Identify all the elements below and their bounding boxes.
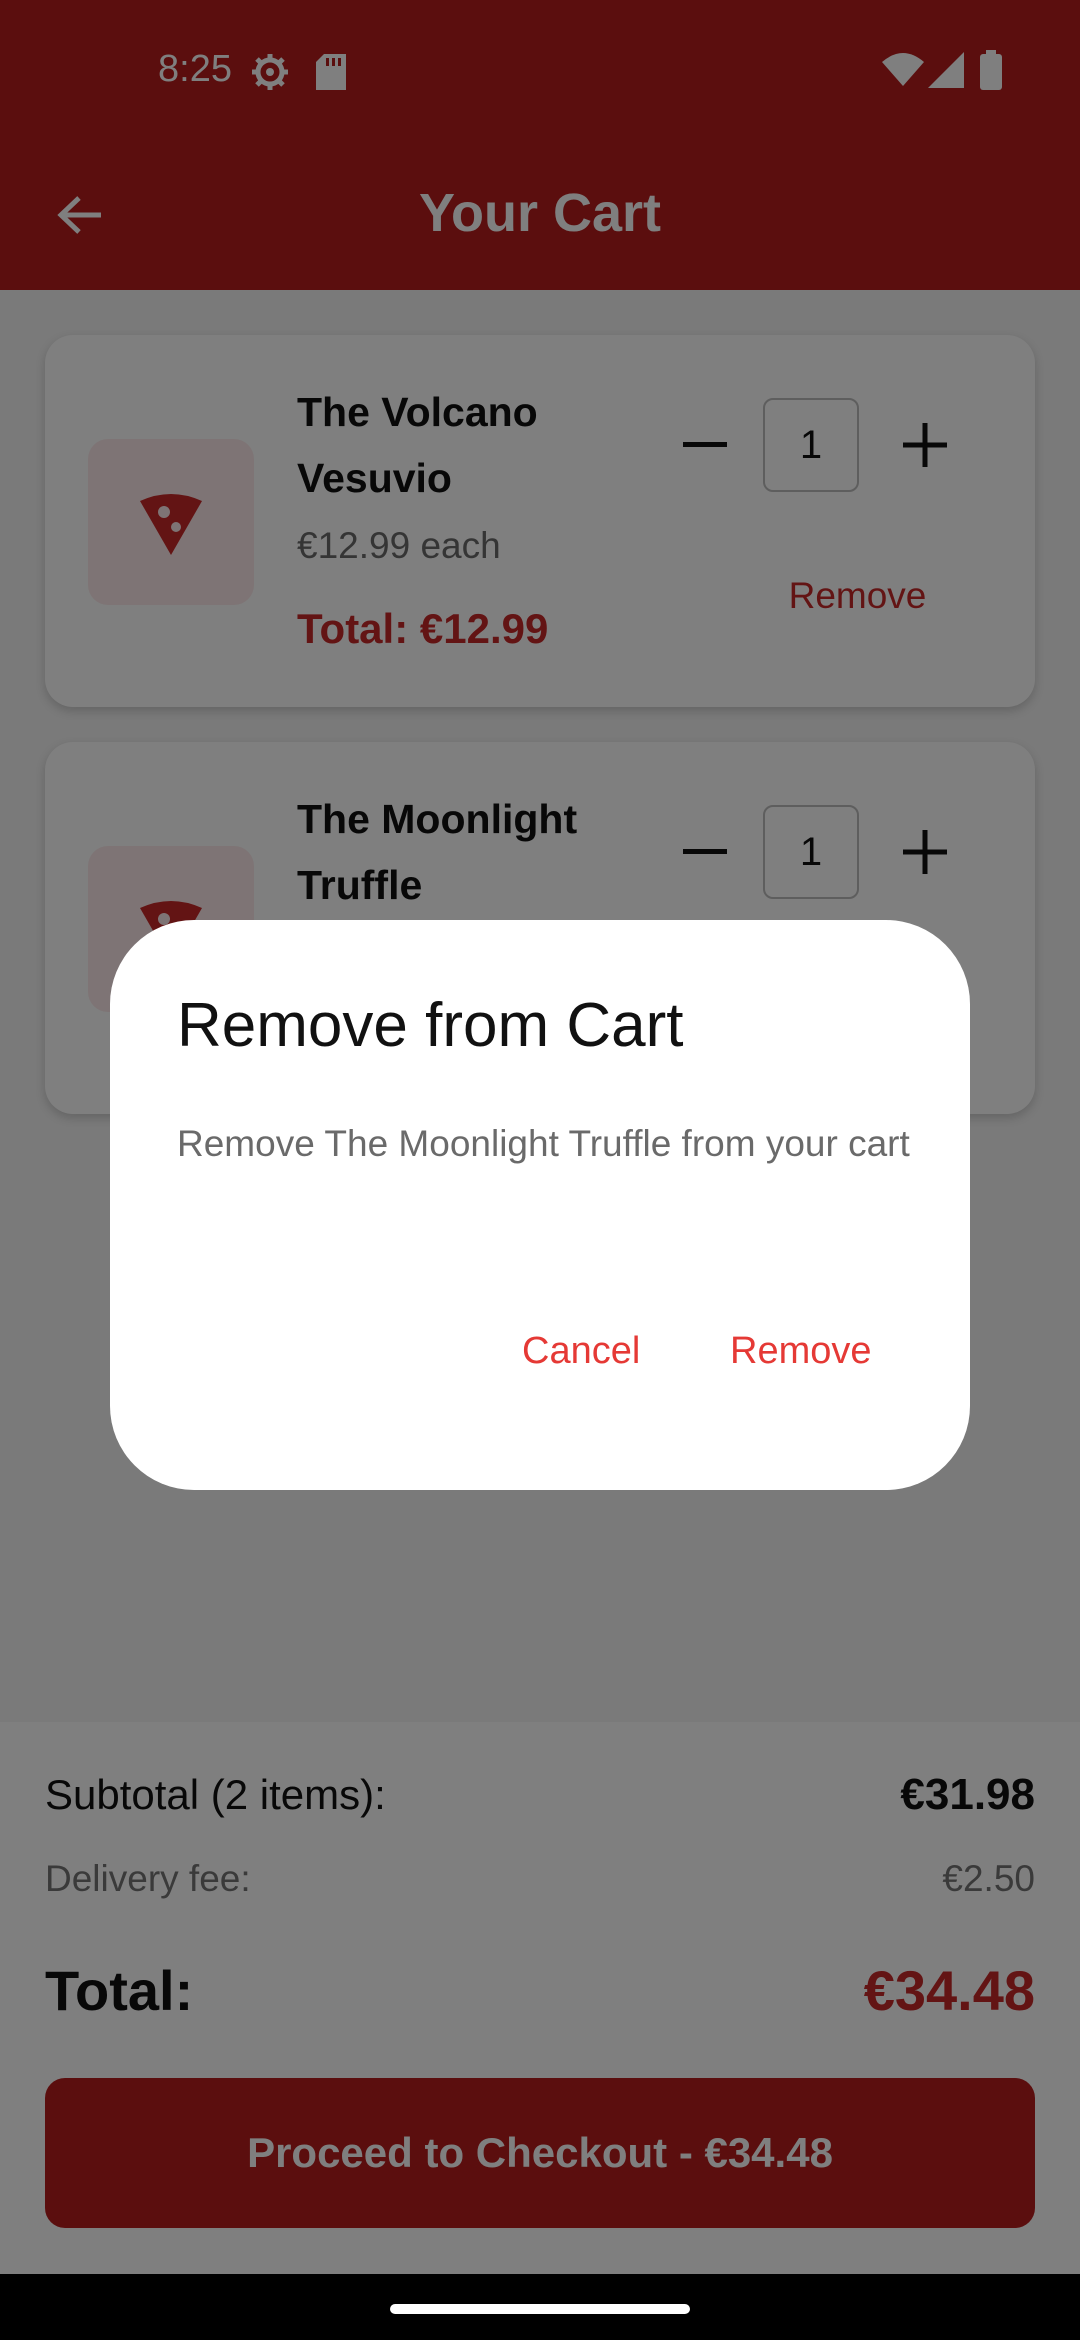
remove-confirm-dialog: Remove from Cart Remove The Moonlight Tr… [110, 920, 970, 1490]
dialog-title: Remove from Cart [177, 991, 684, 1060]
cancel-button[interactable]: Cancel [522, 1330, 640, 1373]
dialog-message: Remove The Moonlight Truffle from your c… [177, 1123, 910, 1164]
system-nav-bar [0, 2274, 1080, 2340]
confirm-remove-button[interactable]: Remove [730, 1330, 872, 1373]
home-gesture-handle[interactable] [390, 2304, 690, 2314]
